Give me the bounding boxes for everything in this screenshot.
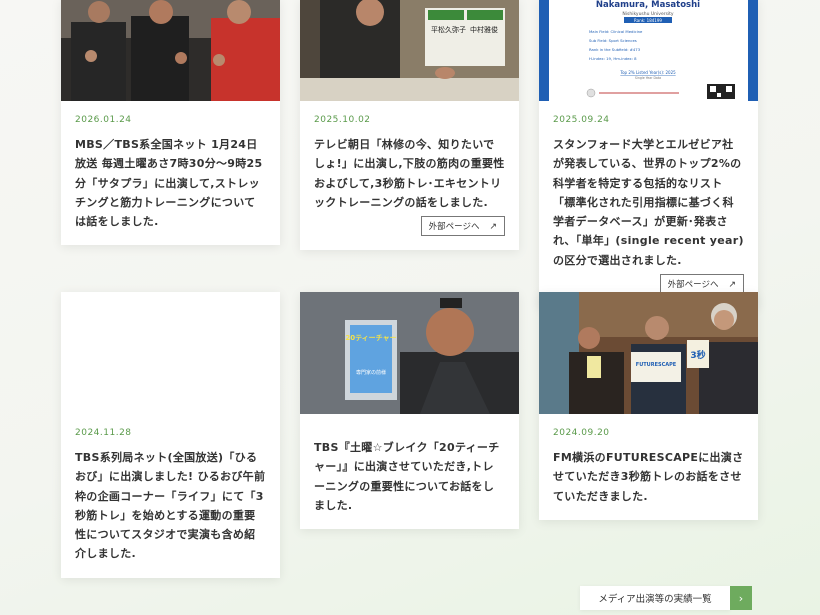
- media-list-link[interactable]: メディア出演等の実績一覧 ›: [580, 586, 752, 610]
- external-link-icon: ↗: [728, 279, 736, 290]
- news-card[interactable]: 2024.11.28 TBS系列局ネット(全国放送)「ひるおび」に出演しました!…: [61, 292, 280, 578]
- external-page-label: 外部ページへ: [428, 222, 480, 232]
- sign-name-2: 中村雅俊: [470, 25, 498, 34]
- tv-screen-title: 20ティーチャー: [345, 334, 396, 342]
- news-card[interactable]: 2026.01.24 MBS／TBS系全国ネット 1月24日放送 毎週土曜あさ7…: [61, 0, 280, 246]
- cert-line: Main Field: Clinical Medicine: [589, 29, 643, 34]
- news-date: 2025.10.02: [314, 115, 371, 125]
- news-card[interactable]: FUTURESCAPE 3秒 2024.09.20 FM横浜のFUTURESCA…: [539, 292, 758, 520]
- news-thumbnail-empty: [61, 292, 280, 414]
- news-text: MBS／TBS系全国ネット 1月24日放送 毎週土曜あさ7時30分〜9時25分「…: [75, 138, 263, 228]
- news-thumbnail-photo: 20ティーチャー 専門家の前様: [300, 292, 519, 414]
- external-link-icon: ↗: [489, 222, 497, 232]
- media-list-label[interactable]: メディア出演等の実績一覧: [580, 586, 730, 610]
- news-thumbnail-photo: 平松久弥子 中村雅俊: [300, 0, 519, 101]
- news-thumbnail-certificate: Nakamura, Masatoshi Nishikyushu Universi…: [539, 0, 758, 101]
- news-text: TBS系列局ネット(全国放送)「ひるおび」に出演しました! ひるおび午前枠の企画…: [75, 451, 266, 561]
- chevron-right-icon[interactable]: ›: [730, 586, 752, 610]
- cert-line: Sub Field: Sport Sciences: [589, 38, 637, 43]
- radio-book-text: 3秒: [690, 349, 705, 361]
- news-date: 2026.01.24: [75, 115, 132, 125]
- external-page-label: 外部ページへ: [667, 279, 719, 290]
- news-date: 2024.11.28: [75, 428, 132, 438]
- news-text: FM横浜のFUTURESCAPEに出演させていただき3秒筋トレのお話をさせていた…: [553, 451, 744, 503]
- cert-name: Nakamura, Masatoshi: [596, 0, 700, 10]
- news-text: スタンフォード大学とエルゼビア社が発表している、世界のトップ2%の科学者を特定す…: [553, 138, 744, 267]
- cert-university: Nishikyushu University: [622, 11, 674, 17]
- sign-name-1: 平松久弥子: [431, 25, 466, 34]
- cert-top-years: Top 2% Listed Year(s): 2025: [619, 70, 676, 75]
- news-thumbnail-photo: [61, 0, 280, 101]
- news-card[interactable]: 20ティーチャー 専門家の前様 TBS『土曜☆ブレイク「20ティーチャー」』に出…: [300, 292, 519, 529]
- cert-rank: Rank: 184199: [634, 18, 662, 23]
- news-date: 2025.09.24: [553, 115, 610, 125]
- news-thumbnail-photo: FUTURESCAPE 3秒: [539, 292, 758, 414]
- external-page-button[interactable]: 外部ページへ ↗: [420, 216, 505, 236]
- cert-single-year: Single Year Data: [635, 76, 661, 80]
- news-card[interactable]: Nakamura, Masatoshi Nishikyushu Universi…: [539, 0, 758, 308]
- news-text: TBS『土曜☆ブレイク「20ティーチャー」』に出演させていただき,トレーニングの…: [314, 441, 500, 512]
- cert-line: Rank in the Subfield: #473: [589, 47, 641, 52]
- radio-board-text: FUTURESCAPE: [636, 362, 677, 368]
- cert-line: H-index: 19, Hm-index: 8: [589, 56, 637, 61]
- news-date: 2024.09.20: [553, 428, 610, 438]
- news-card[interactable]: 平松久弥子 中村雅俊 2025.10.02 テレビ朝日「林修の今、知りたいでしょ…: [300, 0, 519, 250]
- news-text: テレビ朝日「林修の今、知りたいでしょ!」に出演し,下肢の筋肉の重要性およびして,…: [314, 138, 505, 209]
- external-page-button[interactable]: 外部ページへ ↗: [659, 273, 744, 294]
- tv-screen-subtitle: 専門家の前様: [356, 369, 386, 376]
